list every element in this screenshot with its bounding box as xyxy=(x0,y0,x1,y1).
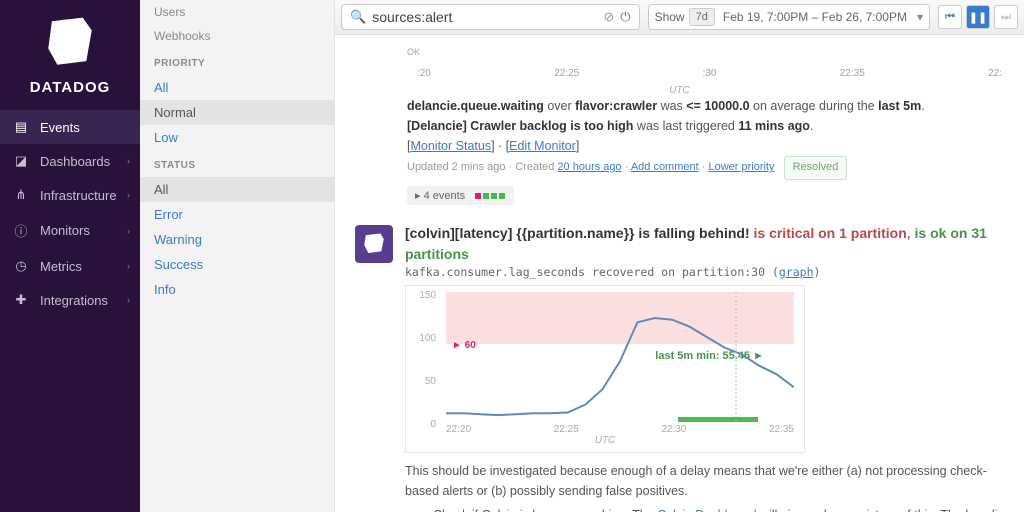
sidebar-top-users[interactable]: Users xyxy=(140,0,334,24)
left-nav: DATADOG ▤Events◪Dashboards›⋔Infrastructu… xyxy=(0,0,140,512)
chevron-right-icon: › xyxy=(127,226,130,236)
nav-item-infrastructure[interactable]: ⋔Infrastructure› xyxy=(0,178,140,212)
nav-item-metrics[interactable]: ◷Metrics› xyxy=(0,249,140,283)
monitor-avatar-icon xyxy=(355,225,393,263)
nav-icon: ⓘ xyxy=(12,221,30,240)
sidebar-top-webhooks[interactable]: Webhooks xyxy=(140,24,334,48)
nav-icon: ◷ xyxy=(12,258,30,274)
filter-sidebar: Users Webhooks PRIORITY AllNormalLow STA… xyxy=(140,0,335,512)
status-filter-warning[interactable]: Warning xyxy=(140,227,334,252)
nav-item-events[interactable]: ▤Events xyxy=(0,110,140,144)
monitor-status-link[interactable]: Monitor Status xyxy=(410,139,491,153)
chart-utc-label: UTC xyxy=(416,435,794,446)
lag-chart: 150 100 50 0 ► 60 last 5m min: 55.45 ► xyxy=(405,285,805,453)
ok-label: OK xyxy=(407,47,420,57)
event-delancie: delancie.queue.waiting over flavor:crawl… xyxy=(407,96,1012,180)
forward-button[interactable]: ⏭ xyxy=(994,5,1018,29)
nav-icon: ◪ xyxy=(12,153,30,169)
nav-item-dashboards[interactable]: ◪Dashboards› xyxy=(0,144,140,178)
nav-icon: ▤ xyxy=(12,119,30,135)
main-column: 🔍 ⊘ ⏻ Show 7d Feb 19, 7:00PM – Feb 26, 7… xyxy=(335,0,1024,512)
time-range-picker[interactable]: Show 7d Feb 19, 7:00PM – Feb 26, 7:00PM … xyxy=(648,4,930,30)
playback-controls: ⏮ ❚❚ ⏭ xyxy=(938,5,1018,29)
clear-search-icon[interactable]: ⊘ xyxy=(603,9,614,25)
status-filter-success[interactable]: Success xyxy=(140,252,334,277)
add-comment-link[interactable]: Add comment xyxy=(631,161,699,173)
chevron-right-icon: › xyxy=(127,190,130,200)
edit-monitor-link[interactable]: Edit Monitor xyxy=(509,139,576,153)
show-label: Show xyxy=(655,10,685,24)
nav-item-integrations[interactable]: ✚Integrations› xyxy=(0,283,140,317)
chevron-right-icon: › xyxy=(127,261,130,271)
event-subtitle: kafka.consumer.lag_seconds recovered on … xyxy=(405,265,1012,279)
datadog-logo-icon xyxy=(39,14,101,72)
chevron-down-icon: ▾ xyxy=(917,10,923,24)
created-time-link[interactable]: 20 hours ago xyxy=(557,161,621,173)
nav-item-monitors[interactable]: ⓘMonitors› xyxy=(0,212,140,249)
nav-icon: ✚ xyxy=(12,292,30,308)
priority-filter-all[interactable]: All xyxy=(140,75,334,100)
range-text: Feb 19, 7:00PM – Feb 26, 7:00PM xyxy=(719,10,911,24)
event-stream: OK :20 22:25 :30 22:35 22: UTC delancie.… xyxy=(335,35,1024,512)
priority-filter-low[interactable]: Low xyxy=(140,125,334,150)
graph-link[interactable]: graph xyxy=(779,265,814,279)
priority-filter-normal[interactable]: Normal xyxy=(140,100,334,125)
event-description: This should be investigated because enou… xyxy=(405,461,1012,512)
nav-icon: ⋔ xyxy=(12,187,30,203)
colvin-dashboard-link[interactable]: Colvin Dashboard xyxy=(657,508,756,512)
status-header: STATUS xyxy=(140,150,334,177)
brand-logo[interactable]: DATADOG xyxy=(30,8,111,106)
status-filter-all[interactable]: All xyxy=(140,177,334,202)
search-box[interactable]: 🔍 ⊘ ⏻ xyxy=(341,4,640,30)
sub-events-toggle[interactable]: ▸ 4 events xyxy=(407,186,514,205)
chevron-right-icon: › xyxy=(127,295,130,305)
lower-priority-link[interactable]: Lower priority xyxy=(708,161,774,173)
mini-chart: OK :20 22:25 :30 22:35 22: xyxy=(347,39,1012,79)
mini-utc-label: UTC xyxy=(347,85,1012,96)
event-title: [colvin][latency] {{partition.name}} is … xyxy=(405,223,1012,265)
resolved-badge[interactable]: Resolved xyxy=(784,156,848,180)
chevron-right-icon: › xyxy=(127,156,130,166)
search-input[interactable] xyxy=(372,9,597,25)
brand-name: DATADOG xyxy=(30,79,111,96)
top-toolbar: 🔍 ⊘ ⏻ Show 7d Feb 19, 7:00PM – Feb 26, 7… xyxy=(335,0,1024,35)
rewind-button[interactable]: ⏮ xyxy=(938,5,962,29)
status-filter-info[interactable]: Info xyxy=(140,277,334,302)
status-filter-error[interactable]: Error xyxy=(140,202,334,227)
range-preset[interactable]: 7d xyxy=(689,8,715,26)
power-icon[interactable]: ⏻ xyxy=(620,9,630,25)
priority-header: PRIORITY xyxy=(140,48,334,75)
event-colvin: [colvin][latency] {{partition.name}} is … xyxy=(347,223,1012,512)
search-icon: 🔍 xyxy=(350,9,366,25)
pause-button[interactable]: ❚❚ xyxy=(966,5,990,29)
